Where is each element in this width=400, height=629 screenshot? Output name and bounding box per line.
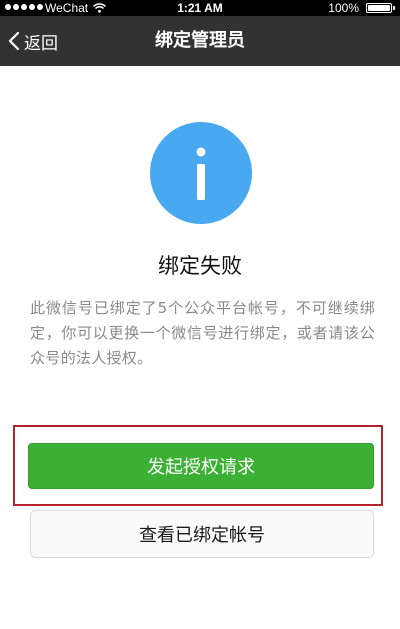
info-icon: [150, 122, 252, 224]
back-button[interactable]: 返回: [8, 16, 58, 66]
page-title: 绑定管理员: [155, 30, 245, 51]
battery-icon: [366, 3, 395, 13]
chevron-left-icon: [8, 31, 20, 51]
battery-percentage: 100%: [328, 1, 359, 15]
result-title: 绑定失败: [158, 254, 242, 278]
result-description: 此微信号已绑定了5个公众平台帐号，不可继续绑定，你可以更换一个微信号进行绑定，或…: [30, 299, 375, 367]
request-authorization-button[interactable]: 发起授权请求: [28, 443, 374, 489]
status-bar: WeChat 1:21 AM 100%: [0, 0, 400, 16]
view-bound-accounts-button[interactable]: 查看已绑定帐号: [30, 510, 374, 558]
navigation-bar: 绑定管理员 返回: [0, 16, 400, 66]
back-label: 返回: [24, 33, 58, 54]
